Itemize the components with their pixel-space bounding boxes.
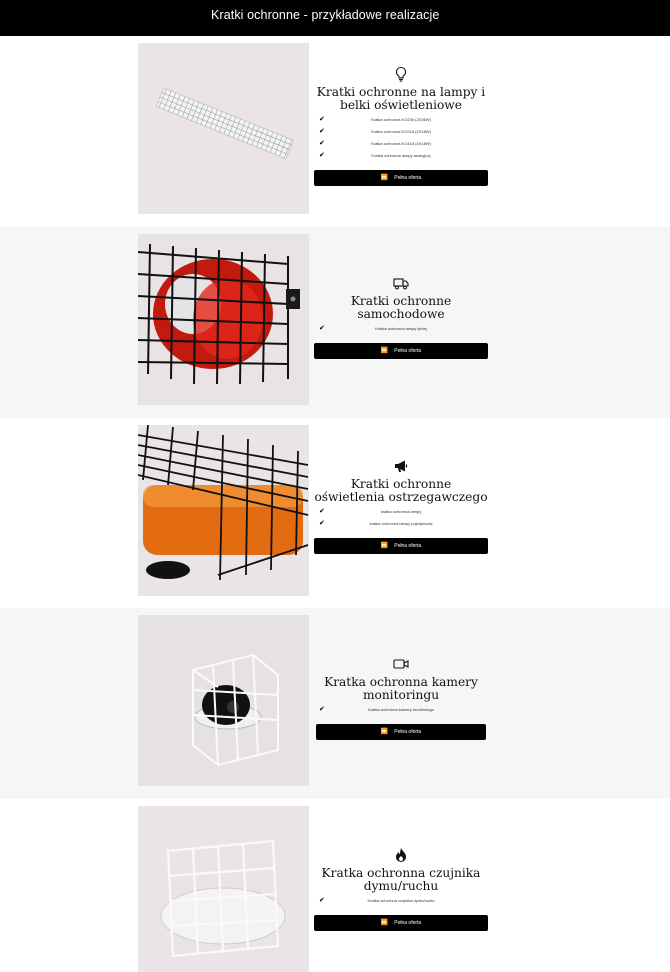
feature-list: ✔ Kratka ochronna KO236 (2X36W) ✔ Kratka o… [314, 116, 488, 164]
list-item: ✔ Kratka ochronna czujnika dymu/ruchu [319, 897, 435, 904]
check-icon: ✔ [319, 140, 325, 147]
product-image-smoke-detector-grate[interactable] [138, 806, 309, 972]
section-title: Kratka ochronna kamery monitoringu [324, 675, 478, 702]
check-icon: ✔ [319, 706, 325, 713]
video-camera-icon [393, 656, 409, 672]
list-item: ✔ Kratka ochronna lampy awaryjnej [319, 152, 431, 159]
fast-forward-icon: ⏩ [380, 175, 389, 181]
section-card: Kratki ochronne oświetlenia ostrzegawcze… [314, 458, 488, 554]
megaphone-icon [393, 458, 409, 474]
section-vehicle: Kratki ochronne samochodowe ✔ Kratka ochr… [0, 227, 670, 418]
list-item: ✔ Kratka ochronna KO236 (2X36W) [319, 116, 431, 123]
check-icon: ✔ [319, 116, 325, 123]
check-icon: ✔ [319, 152, 325, 159]
fast-forward-icon: ⏩ [380, 729, 389, 735]
list-item: ✔ kratka ochronna lampy pojedynczej [319, 520, 433, 527]
fast-forward-icon: ⏩ [380, 348, 389, 354]
list-item: ✔ Kratka ochronna KO218 (2X18W) [319, 128, 431, 135]
fast-forward-icon: ⏩ [380, 920, 389, 926]
section-lamps: Kratki ochronne na lampy i belki oświetl… [0, 36, 670, 227]
product-image-tail-light-grate[interactable] [138, 234, 309, 405]
section-card: Kratka ochronna kamery monitoringu ✔ Krat… [314, 656, 488, 740]
section-warning-lights: Kratki ochronne oświetlenia ostrzegawcze… [0, 418, 670, 609]
list-item: ✔ Kratka ochronna KO418 (4X18W) [319, 140, 431, 147]
full-offer-button[interactable]: ⏩ Pełna oferta [314, 343, 488, 359]
section-title: Kratki ochronne oświetlenia ostrzegawcze… [314, 477, 488, 504]
list-item: ✔ kratka ochronna lampy [319, 508, 422, 515]
check-icon: ✔ [319, 897, 325, 904]
full-offer-button[interactable]: ⏩ Pełna oferta [314, 170, 488, 186]
feature-list: ✔ Kratka ochronna czujnika dymu/ruchu [314, 897, 488, 909]
check-icon: ✔ [319, 520, 325, 527]
check-icon: ✔ [319, 325, 325, 332]
feature-list: ✔ Kratka ochronna lampy tylnej [314, 325, 488, 337]
list-item: ✔ Kratka ochronna lampy tylnej [319, 325, 427, 332]
page-title: Kratki ochronne - przykładowe realizacje [211, 8, 440, 22]
section-title: Kratki ochronne na lampy i belki oświetl… [316, 85, 486, 112]
lightbulb-icon [393, 66, 409, 82]
feature-list: ✔ Kratka ochronna kamery monitoringu [314, 706, 488, 718]
section-card: Kratka ochronna czujnika dymu/ruchu ✔ Kra… [314, 847, 488, 931]
product-image-beacon-grate[interactable] [138, 425, 309, 596]
section-title: Kratki ochronne samochodowe [350, 294, 452, 321]
section-card: Kratki ochronne na lampy i belki oświetl… [314, 66, 488, 186]
section-camera: Kratka ochronna kamery monitoringu ✔ Krat… [0, 608, 670, 799]
list-item: ✔ Kratka ochronna kamery monitoringu [319, 706, 434, 713]
check-icon: ✔ [319, 508, 325, 515]
full-offer-button[interactable]: ⏩ Pełna oferta [316, 724, 486, 740]
fire-icon [393, 847, 409, 863]
truck-icon [393, 275, 409, 291]
product-image-lamp-grate[interactable] [138, 43, 309, 214]
section-title: Kratka ochronna czujnika dymu/ruchu [321, 866, 481, 893]
section-smoke-detector: Kratka ochronna czujnika dymu/ruchu ✔ Kra… [0, 799, 670, 972]
fast-forward-icon: ⏩ [380, 543, 389, 549]
product-image-camera-grate[interactable] [138, 615, 309, 786]
full-offer-button[interactable]: ⏩ Pełna oferta [314, 915, 488, 931]
feature-list: ✔ kratka ochronna lampy ✔ kratka ochronna … [314, 508, 488, 532]
full-offer-button[interactable]: ⏩ Pełna oferta [314, 538, 488, 554]
section-card: Kratki ochronne samochodowe ✔ Kratka ochr… [314, 275, 488, 359]
check-icon: ✔ [319, 128, 325, 135]
top-bar: Kratki ochronne - przykładowe realizacje [0, 0, 670, 36]
